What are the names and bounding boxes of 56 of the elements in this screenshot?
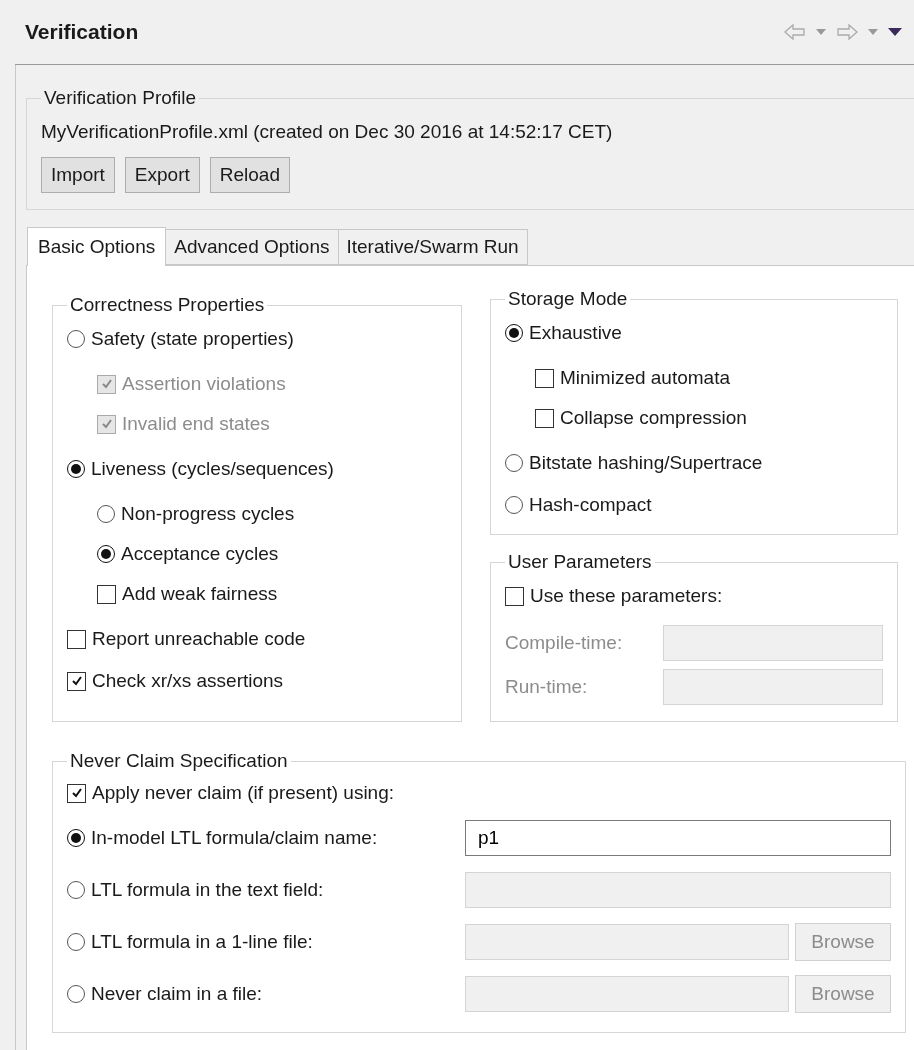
- option-label: Acceptance cycles: [121, 543, 279, 565]
- checkbox[interactable]: [535, 368, 554, 388]
- option-label: Check xr/xs assertions: [92, 670, 284, 692]
- option-label: Bitstate hashing/Supertrace: [529, 452, 763, 474]
- checkmark-icon: [99, 417, 114, 431]
- profile-button[interactable]: Import: [41, 157, 115, 193]
- checkmark-icon: [69, 786, 84, 800]
- checkmark-icon: [69, 674, 84, 688]
- option-label: Hash-compact: [529, 494, 652, 516]
- tab[interactable]: Advanced Options: [165, 229, 339, 265]
- option-label: Non-progress cycles: [121, 503, 295, 525]
- checkbox[interactable]: [67, 783, 86, 803]
- option-label: Add weak fairness: [122, 583, 278, 605]
- radio-button[interactable]: [505, 454, 523, 472]
- option-label: Apply never claim (if present) using:: [92, 782, 394, 804]
- option-label: Exhaustive: [529, 322, 622, 344]
- option-label: LTL formula in the text field:: [91, 879, 324, 901]
- radio-button[interactable]: [97, 505, 115, 523]
- radio-button[interactable]: [67, 330, 85, 348]
- input-field[interactable]: p1: [465, 820, 891, 856]
- option-label: Report unreachable code: [92, 628, 306, 650]
- radio-button[interactable]: [505, 324, 523, 342]
- profile-button[interactable]: Reload: [209, 157, 290, 193]
- group-title: User Parameters: [507, 551, 653, 573]
- group-title: Correctness Properties: [69, 294, 266, 316]
- option-label: Safety (state properties): [91, 328, 294, 350]
- radio-button[interactable]: [97, 545, 115, 563]
- group-title: Storage Mode: [507, 288, 629, 310]
- group-title: Verification Profile: [43, 87, 198, 109]
- checkbox[interactable]: [67, 671, 86, 691]
- radio-button[interactable]: [505, 496, 523, 514]
- option-label: Invalid end states: [122, 413, 270, 435]
- option-label: Never claim in a file:: [91, 983, 263, 1005]
- menu-icon[interactable]: [888, 28, 902, 36]
- tab[interactable]: Iterative/Swarm Run: [337, 229, 528, 265]
- option-label: Liveness (cycles/sequences): [91, 458, 334, 480]
- group-title: Never Claim Specification: [69, 750, 289, 772]
- field-label: Run-time:: [505, 676, 588, 698]
- checkbox[interactable]: [67, 629, 86, 649]
- radio-button[interactable]: [67, 829, 85, 847]
- option-label: LTL formula in a 1-line file:: [91, 931, 313, 953]
- checkbox[interactable]: [505, 586, 524, 606]
- option-label: Minimized automata: [560, 367, 731, 389]
- option-label: Use these parameters:: [530, 585, 723, 607]
- view-title: Verification: [25, 20, 139, 44]
- option-label: Assertion violations: [122, 373, 286, 395]
- profile-file-text: MyVerificationProfile.xml (created on Dec 30 2016 at 14:52:17 CET): [41, 121, 614, 143]
- tab[interactable]: Basic Options: [27, 227, 167, 266]
- radio-button[interactable]: [67, 460, 85, 478]
- option-label: Collapse compression: [560, 407, 747, 429]
- option-label: In-model LTL formula/claim name:: [91, 827, 378, 849]
- profile-button[interactable]: Export: [124, 157, 200, 193]
- field-label: Compile-time:: [505, 632, 623, 654]
- checkbox[interactable]: [535, 408, 554, 428]
- checkbox[interactable]: [97, 584, 116, 604]
- checkmark-icon: [99, 377, 114, 391]
